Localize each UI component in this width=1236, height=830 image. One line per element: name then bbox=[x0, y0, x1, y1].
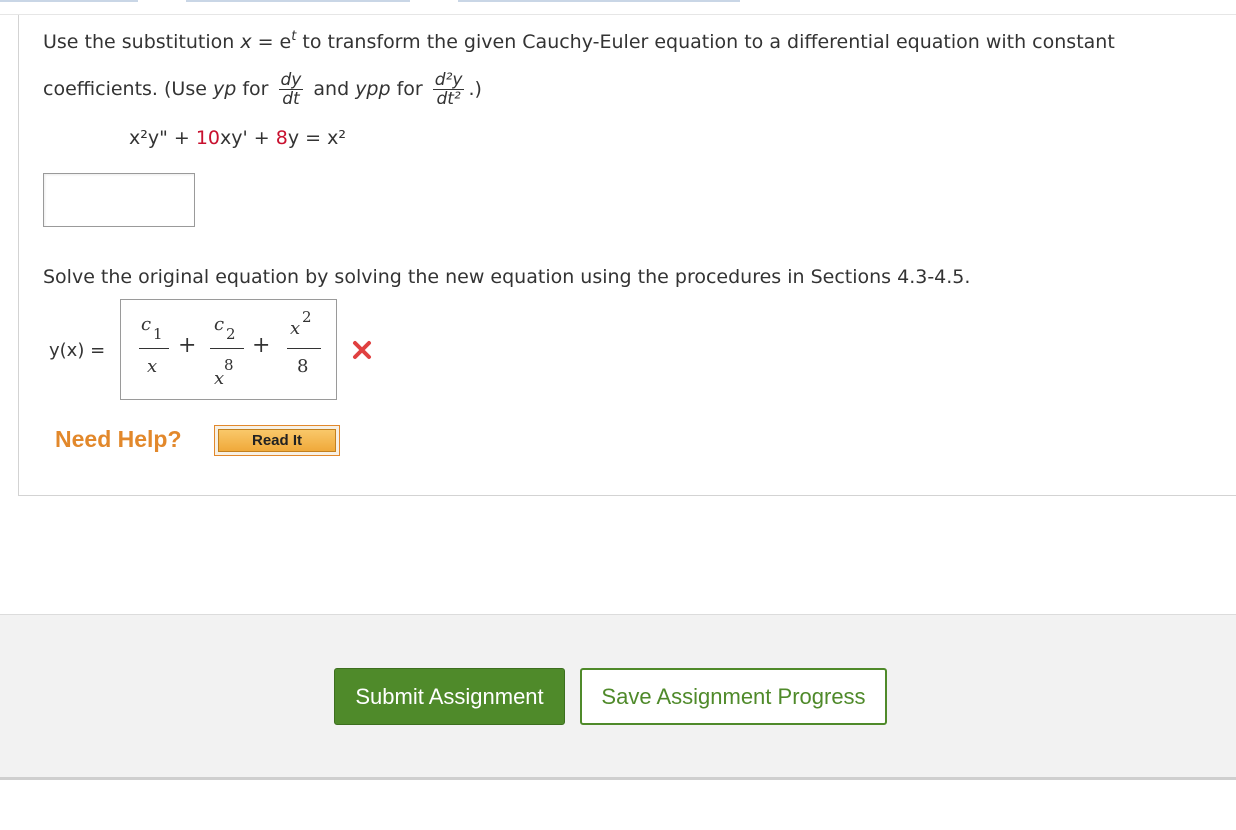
term-numerator: c bbox=[214, 314, 225, 335]
assignment-actions-bar: Submit Assignment Save Assignment Progre… bbox=[0, 614, 1236, 780]
term-denominator: x bbox=[147, 356, 158, 377]
question-panel: Use the substitution x = et to transform… bbox=[18, 15, 1236, 496]
equation-part: xy' + bbox=[220, 127, 276, 149]
fraction-bar bbox=[287, 348, 321, 349]
fraction-numerator: dy bbox=[278, 70, 304, 90]
top-tabs bbox=[0, 0, 1236, 14]
fraction-bar bbox=[210, 348, 244, 349]
prompt-yp: yp bbox=[212, 78, 237, 100]
plus-sign: + bbox=[178, 333, 197, 358]
term-x2-over-8: x 2 8 bbox=[287, 306, 321, 386]
term-superscript: 8 bbox=[224, 356, 234, 374]
incorrect-x-icon bbox=[353, 341, 371, 359]
term-numerator: x bbox=[290, 318, 301, 339]
plus-sign: + bbox=[252, 333, 271, 358]
term-c1-over-x: c 1 x bbox=[139, 312, 169, 382]
question-prompt-line-1: Use the substitution x = et to transform… bbox=[43, 29, 1115, 58]
question-prompt-line-2: coefficients. (Use yp for dy dt and ypp f… bbox=[43, 71, 482, 108]
term-numerator: c bbox=[141, 314, 152, 335]
term-denominator: x bbox=[214, 368, 225, 389]
fraction-denominator: dt bbox=[282, 89, 300, 109]
fraction-d2y-dt2: d²y dt² bbox=[432, 70, 465, 109]
term-subscript: 2 bbox=[226, 325, 236, 343]
prompt-exp-t: t bbox=[291, 29, 297, 44]
cauchy-euler-equation: x²y" + 10xy' + 8y = x² bbox=[129, 127, 346, 149]
term-subscript: 1 bbox=[153, 325, 163, 343]
prompt-text: for bbox=[390, 78, 429, 100]
prompt-text: = e bbox=[251, 31, 292, 53]
prompt-text: and bbox=[307, 78, 356, 100]
tab-indicator[interactable] bbox=[0, 0, 138, 2]
tab-indicator[interactable] bbox=[186, 0, 410, 2]
need-help-label: Need Help? bbox=[55, 426, 182, 452]
solve-instruction: Solve the original equation by solving t… bbox=[43, 266, 971, 288]
submit-assignment-button[interactable]: Submit Assignment bbox=[334, 668, 565, 725]
prompt-text: to transform the given Cauchy-Euler equa… bbox=[296, 31, 1115, 53]
term-c2-over-x8: c 2 x 8 bbox=[210, 312, 244, 392]
equation-coefficient: 8 bbox=[275, 127, 288, 149]
transformed-equation-input[interactable] bbox=[43, 173, 195, 227]
prompt-text: Use the substitution bbox=[43, 31, 241, 53]
equation-part: y = x² bbox=[287, 127, 346, 149]
term-denominator: 8 bbox=[297, 356, 309, 377]
fraction-bar bbox=[139, 348, 169, 349]
equation-coefficient: 10 bbox=[195, 127, 221, 149]
fraction-dy-dt: dy dt bbox=[278, 70, 304, 109]
solution-label: y(x) = bbox=[49, 340, 106, 361]
fraction-numerator: d²y bbox=[432, 70, 465, 90]
save-assignment-progress-button[interactable]: Save Assignment Progress bbox=[580, 668, 887, 725]
prompt-text: for bbox=[236, 78, 275, 100]
fraction-denominator: dt² bbox=[436, 89, 461, 109]
term-superscript: 2 bbox=[302, 308, 312, 326]
read-it-button[interactable]: Read It bbox=[214, 425, 340, 456]
prompt-var-x: x bbox=[240, 31, 252, 53]
prompt-text: coefficients. (Use bbox=[43, 78, 213, 100]
prompt-ypp: ypp bbox=[355, 78, 391, 100]
tab-indicator[interactable] bbox=[458, 0, 740, 2]
solution-input[interactable]: c 1 x + c 2 x 8 + x 2 8 bbox=[120, 299, 337, 400]
read-it-label: Read It bbox=[218, 429, 336, 452]
prompt-text: .) bbox=[468, 78, 482, 100]
equation-part: x²y" + bbox=[129, 127, 196, 149]
